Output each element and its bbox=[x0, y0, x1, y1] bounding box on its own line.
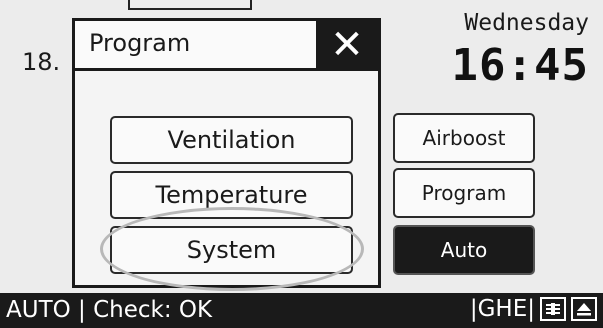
close-icon: ✕ bbox=[330, 21, 364, 68]
temperature-readout: 18. bbox=[22, 48, 61, 76]
top-tab-notch bbox=[128, 0, 252, 10]
menu-item-system[interactable]: System bbox=[110, 226, 353, 274]
menu-item-temperature[interactable]: Temperature bbox=[110, 171, 353, 219]
dialog-header: Program ✕ bbox=[75, 21, 378, 71]
thermostat-screen: 18. Wednesday 16:45 Airboost Program Aut… bbox=[0, 0, 603, 328]
menu-item-ventilation[interactable]: Ventilation bbox=[110, 116, 353, 164]
day-label: Wednesday bbox=[464, 10, 589, 36]
program-dialog: Program ✕ Ventilation Temperature System bbox=[72, 18, 381, 288]
adjust-icon[interactable] bbox=[540, 297, 566, 321]
status-text: AUTO | Check: OK bbox=[6, 297, 213, 323]
status-bar: AUTO | Check: OK |GHE| bbox=[0, 293, 603, 328]
program-button[interactable]: Program bbox=[393, 168, 535, 218]
status-right-group: |GHE| bbox=[470, 296, 597, 322]
close-button[interactable]: ✕ bbox=[316, 21, 378, 68]
ghe-indicator: |GHE| bbox=[469, 296, 535, 322]
eject-icon[interactable] bbox=[571, 297, 597, 321]
auto-button[interactable]: Auto bbox=[393, 225, 535, 275]
airboost-button[interactable]: Airboost bbox=[393, 113, 535, 163]
clock-time: 16:45 bbox=[451, 40, 589, 91]
dialog-title: Program bbox=[89, 29, 191, 57]
